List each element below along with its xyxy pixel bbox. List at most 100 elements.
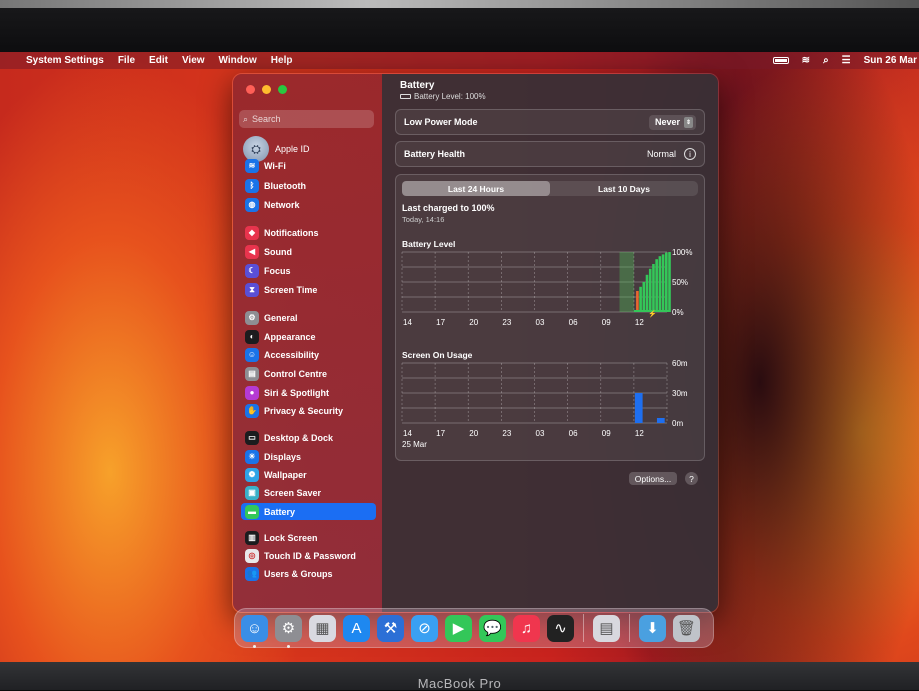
sidebar-item-desktop-dock[interactable]: ▭ Desktop & Dock [241, 429, 376, 446]
apple-id-label: Apple ID [275, 144, 310, 154]
battery-level-icon [400, 94, 411, 99]
menu-app-name[interactable]: System Settings [26, 55, 104, 66]
siri-icon: ● [245, 385, 259, 400]
sidebar-item-notifications[interactable]: ◆ Notifications [241, 224, 376, 241]
search-field[interactable]: ⌕ Search [239, 110, 374, 128]
charging-region [619, 252, 634, 312]
bluetooth-icon: ᛒ [245, 178, 259, 193]
sidebar-item-lock-screen[interactable]: ▥ Lock Screen [241, 529, 376, 546]
zoom-button[interactable] [278, 85, 287, 94]
sidebar-item-label: Wi-Fi [264, 160, 286, 171]
x-tick-label: 09 [602, 318, 611, 327]
chart-title: Battery Level [402, 239, 455, 249]
sidebar-item-screen-saver[interactable]: ▣ Screen Saver [241, 484, 376, 501]
sidebar-item-users-groups[interactable]: 👥 Users & Groups [241, 565, 376, 582]
y-tick-label: 0m [672, 419, 683, 428]
menubar-search-icon[interactable]: ⌕ [823, 55, 829, 66]
preview-icon[interactable]: ▤ [593, 614, 620, 642]
sidebar-item-label: Bluetooth [264, 180, 306, 191]
xcode-icon[interactable]: ⚒ [377, 614, 404, 642]
menu-help[interactable]: Help [271, 55, 293, 66]
wallpaper-icon: ❁ [245, 467, 259, 482]
sidebar-item-wallpaper[interactable]: ❁ Wallpaper [241, 466, 376, 483]
minimize-button[interactable] [262, 85, 271, 94]
sidebar-item-wi-fi[interactable]: ≋ Wi-Fi [241, 157, 376, 174]
downloads-folder-icon[interactable]: ⬇ [639, 614, 666, 642]
sidebar-item-label: Privacy & Security [264, 405, 344, 416]
activity-monitor-icon[interactable]: ∿ [547, 614, 574, 642]
app-store-icon[interactable]: A [343, 614, 370, 642]
facetime-icon[interactable]: ▶ [445, 614, 472, 642]
sidebar-item-label: Wallpaper [264, 469, 307, 480]
sidebar-item-displays[interactable]: ☀ Displays [241, 448, 376, 465]
menu-file[interactable]: File [118, 55, 135, 66]
info-icon[interactable]: i [684, 148, 696, 160]
sidebar-item-label: Touch ID & Password [264, 550, 356, 561]
page-title: Battery [400, 80, 435, 91]
sidebar-item-touch-id-password[interactable]: ◎ Touch ID & Password [241, 547, 376, 564]
laptop-chin: MacBook Pro [0, 662, 919, 691]
x-tick-label: 03 [536, 318, 545, 327]
battery-bar [658, 256, 662, 312]
hand-icon: ✋ [245, 403, 259, 418]
sun-icon: ☀ [245, 449, 259, 464]
x-tick-label: 20 [469, 318, 478, 327]
menubar-control-centre-icon[interactable]: ☰ [842, 55, 851, 66]
sidebar-item-accessibility[interactable]: ☺ Accessibility [241, 346, 376, 363]
dock-icon: ▭ [245, 430, 259, 445]
x-tick-label: 12 [635, 429, 644, 438]
y-tick-label: 100% [672, 248, 692, 257]
messages-icon[interactable]: 💬 [479, 614, 506, 642]
x-tick-label: 17 [436, 318, 445, 327]
finder-icon[interactable]: ☺ [241, 614, 268, 648]
battery-health-label: Battery Health [404, 149, 466, 159]
dock-separator [583, 614, 584, 642]
system-settings-window: ⌕ Search ⛭ Apple ID ≋ Wi-Fi ᛒ Bluetooth ◍ Net… [232, 73, 719, 613]
moon-icon: ☾ [245, 263, 259, 278]
sidebar-item-sound[interactable]: ◀ Sound [241, 243, 376, 260]
battery-bar [652, 264, 655, 312]
options-button[interactable]: Options... [629, 472, 677, 485]
menu-view[interactable]: View [182, 55, 205, 66]
sidebar-item-bluetooth[interactable]: ᛒ Bluetooth [241, 177, 376, 194]
music-icon[interactable]: ♫ [513, 614, 540, 642]
sidebar-item-siri-spotlight[interactable]: ● Siri & Spotlight [241, 384, 376, 401]
sidebar-item-appearance[interactable]: ◐ Appearance [241, 328, 376, 345]
search-placeholder: Search [252, 114, 281, 124]
menu-window[interactable]: Window [219, 55, 257, 66]
sidebar-item-label: Lock Screen [264, 532, 318, 543]
sidebar-item-label: Users & Groups [264, 568, 333, 579]
screensaver-icon: ▣ [245, 485, 259, 500]
running-indicator [287, 644, 290, 648]
x-tick-label: 23 [502, 318, 511, 327]
menu-edit[interactable]: Edit [149, 55, 168, 66]
running-indicator [253, 644, 256, 648]
charging-icon: ⚡ [648, 309, 657, 318]
help-button[interactable]: ? [685, 472, 698, 485]
sidebar-item-label: Focus [264, 265, 291, 276]
menubar-wifi-icon[interactable]: ≋ [802, 55, 810, 66]
low-power-popup[interactable]: Never ⇕ [648, 114, 696, 130]
x-tick-label: 14 [403, 429, 412, 438]
x-tick-label: 06 [569, 429, 578, 438]
sidebar-item-privacy-security[interactable]: ✋ Privacy & Security [241, 402, 376, 419]
battery-health-value: Normal [646, 149, 676, 159]
sidebar-item-screen-time[interactable]: ⧗ Screen Time [241, 281, 376, 298]
close-button[interactable] [246, 85, 255, 94]
usage-bar [634, 393, 643, 423]
sidebar-item-control-centre[interactable]: ▤ Control Centre [241, 365, 376, 382]
safari-icon[interactable]: ⊘ [411, 614, 438, 642]
sidebar-item-focus[interactable]: ☾ Focus [241, 262, 376, 279]
sidebar-item-network[interactable]: ◍ Network [241, 196, 376, 213]
battery-bar [642, 282, 646, 312]
trash-icon[interactable]: 🗑 [673, 614, 700, 642]
menubar-clock[interactable]: Sun 26 Mar [864, 55, 917, 66]
sidebar-item-label: Network [264, 199, 300, 210]
launchpad-icon[interactable]: ▦ [309, 614, 336, 642]
menubar-battery-icon[interactable] [772, 57, 789, 64]
usage-history-panel: Last 24 Hours Last 10 Days Last charged … [395, 174, 705, 461]
system-settings-icon[interactable]: ⚙ [275, 614, 302, 648]
sidebar-item-general[interactable]: ⚙ General [241, 309, 376, 326]
control-centre-icon: ▤ [245, 366, 259, 381]
sidebar-item-battery[interactable]: ▬ Battery [241, 503, 376, 520]
